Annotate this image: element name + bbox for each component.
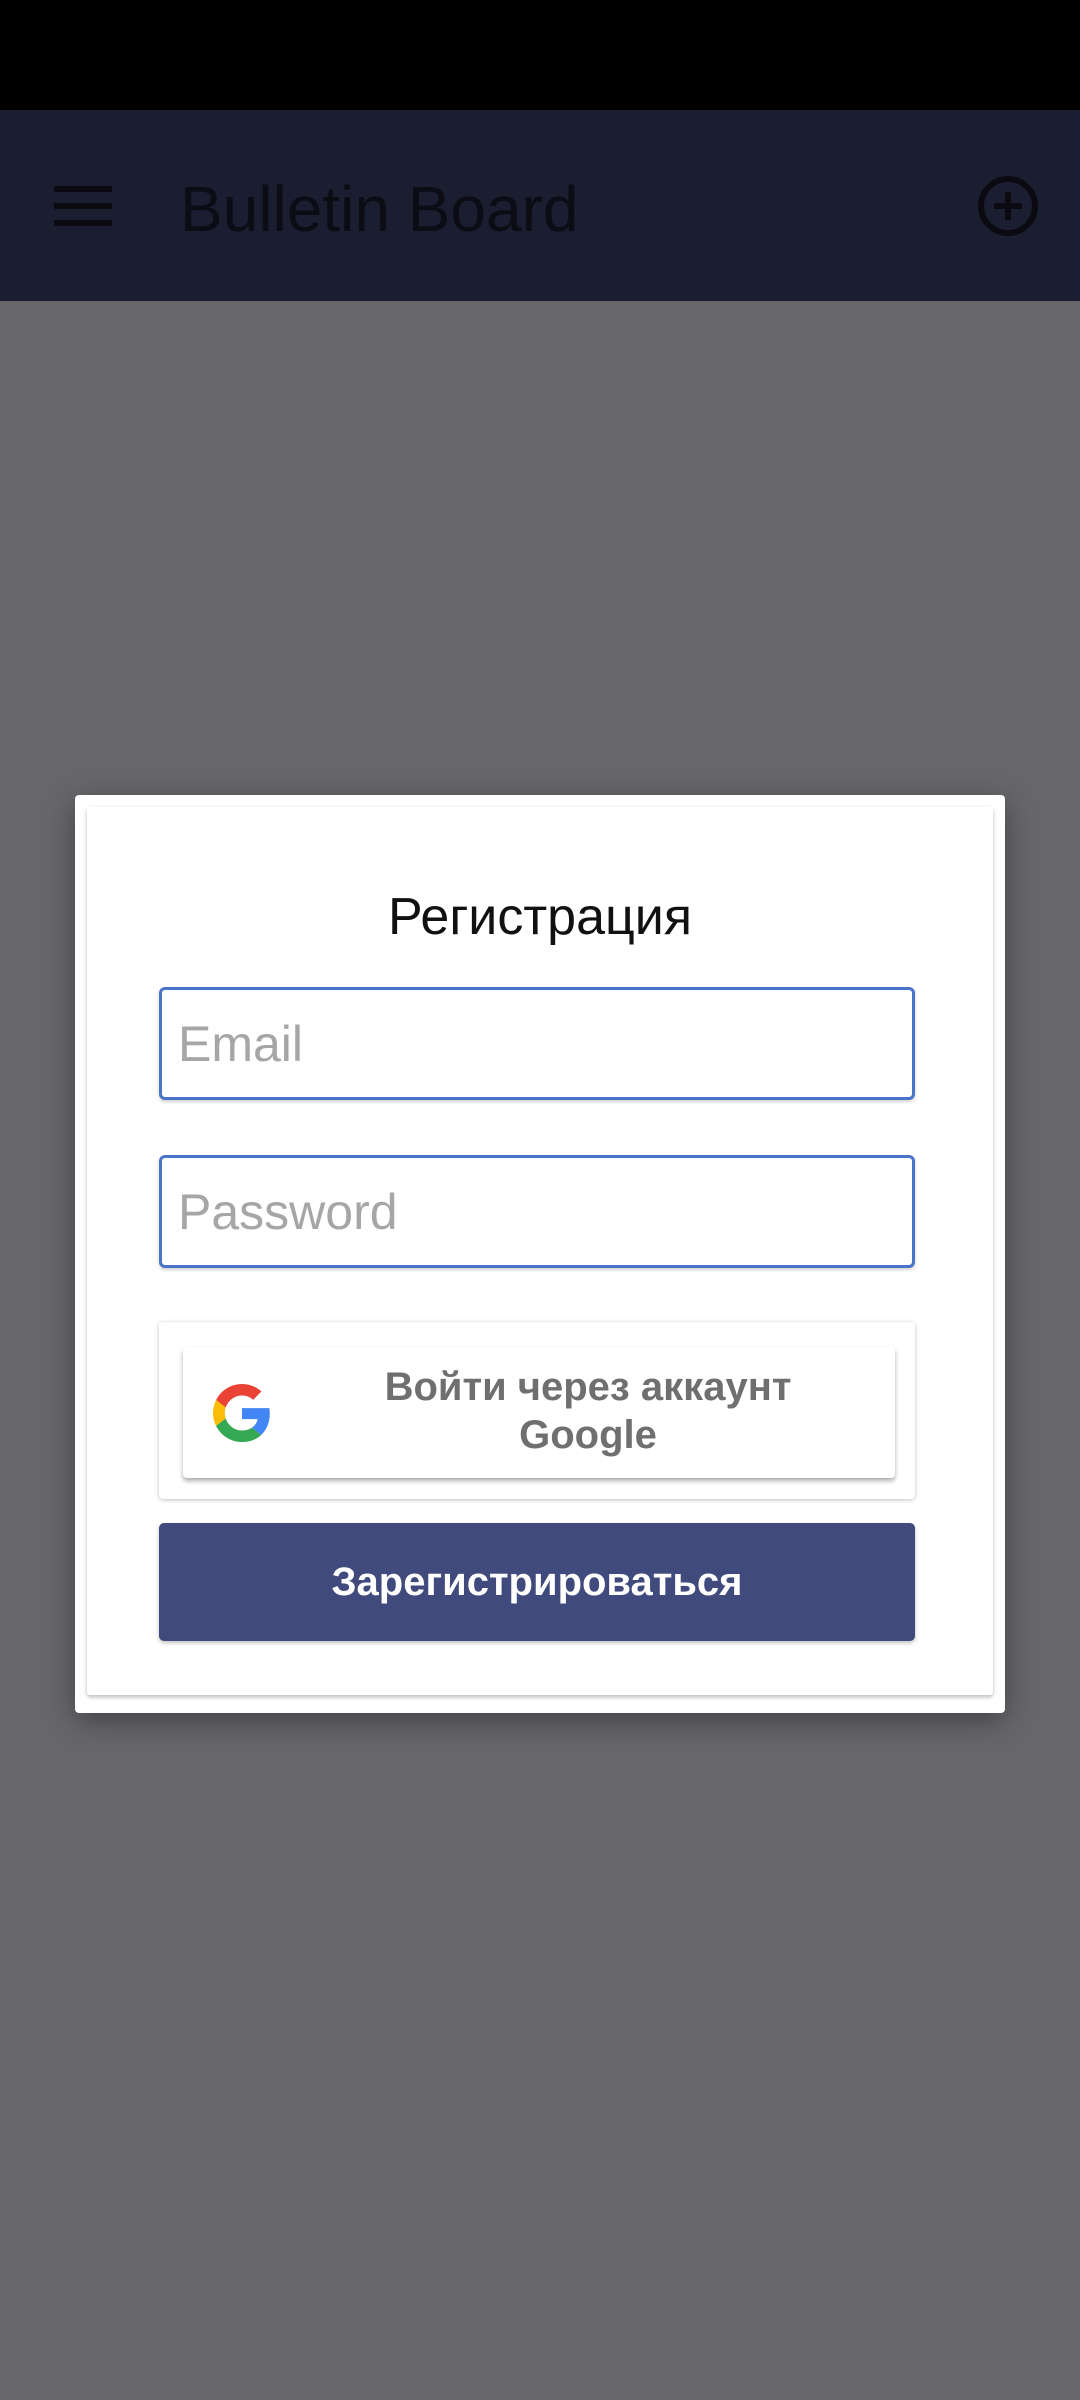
google-signin-container: Войти через аккаунт Google	[159, 1322, 915, 1499]
add-circle-icon[interactable]	[976, 174, 1040, 238]
email-input[interactable]	[162, 990, 912, 1097]
status-bar	[0, 0, 1080, 110]
registration-dialog: Регистрация Войти через аккаунт Google З…	[75, 795, 1005, 1713]
password-field[interactable]	[159, 1155, 915, 1268]
google-icon	[213, 1384, 270, 1442]
dialog-title: Регистрация	[388, 888, 692, 946]
register-button[interactable]: Зарегистрироваться	[159, 1523, 915, 1641]
password-input[interactable]	[162, 1158, 912, 1265]
app-bar: Bulletin Board	[0, 110, 1080, 301]
google-signin-label: Войти через аккаунт Google	[384, 1365, 792, 1457]
hamburger-menu-icon[interactable]	[54, 186, 114, 226]
registration-card: Регистрация Войти через аккаунт Google З…	[87, 807, 993, 1695]
google-signin-button[interactable]: Войти через аккаунт Google	[183, 1347, 895, 1478]
email-field[interactable]	[159, 987, 915, 1100]
app-title: Bulletin Board	[180, 173, 579, 245]
